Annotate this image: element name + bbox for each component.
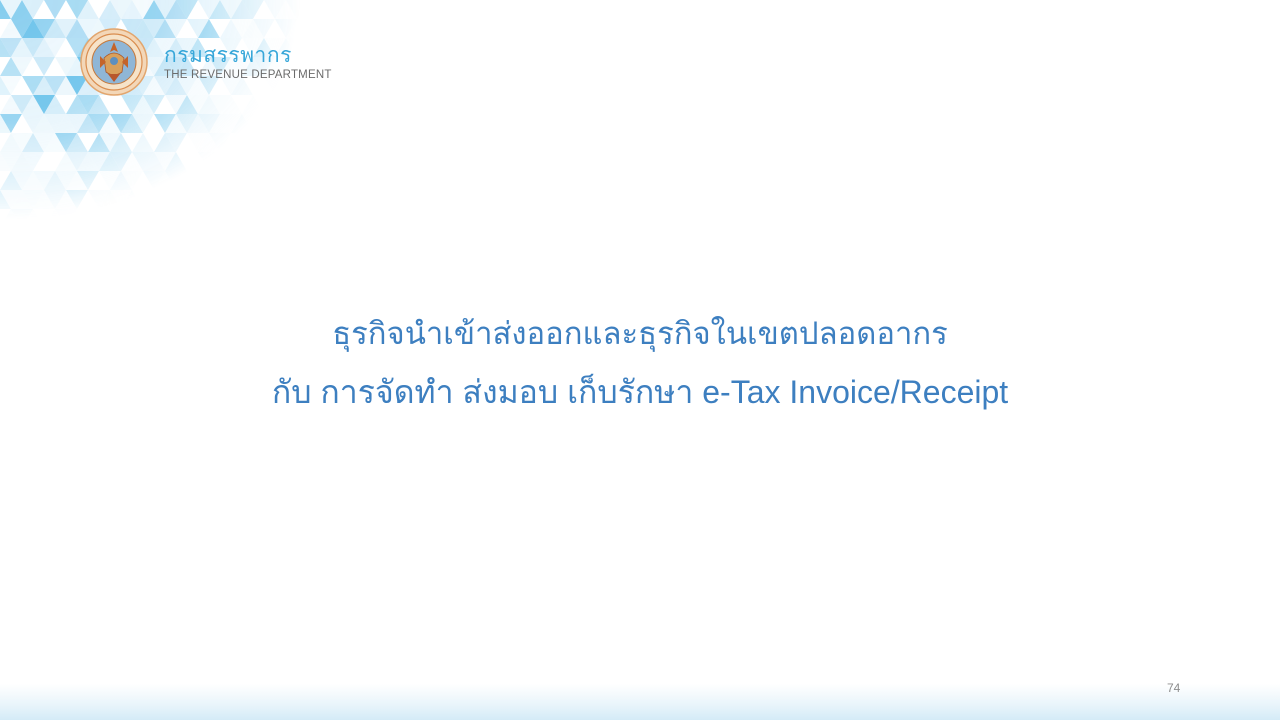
slide: กรมสรรพากร THE REVENUE DEPARTMENT ธุรกิจ…	[0, 0, 1280, 720]
revenue-department-logo: กรมสรรพากร THE REVENUE DEPARTMENT	[80, 28, 332, 96]
logo-english-name: THE REVENUE DEPARTMENT	[164, 69, 332, 81]
revenue-department-seal-icon	[80, 28, 148, 96]
logo-text: กรมสรรพากร THE REVENUE DEPARTMENT	[164, 42, 332, 82]
title-line-2: กับ การจัดทำ ส่งมอบ เก็บรักษา e-Tax Invo…	[271, 374, 1009, 410]
slide-title: ธุรกิจนำเข้าส่งออกและธุรกิจในเขตปลอดอากร…	[0, 310, 1280, 416]
logo-thai-name: กรมสรรพากร	[164, 43, 292, 67]
page-number: 74	[1167, 681, 1181, 695]
title-line-1: ธุรกิจนำเข้าส่งออกและธุรกิจในเขตปลอดอากร	[332, 316, 948, 352]
footer-gradient-band	[0, 684, 1280, 720]
